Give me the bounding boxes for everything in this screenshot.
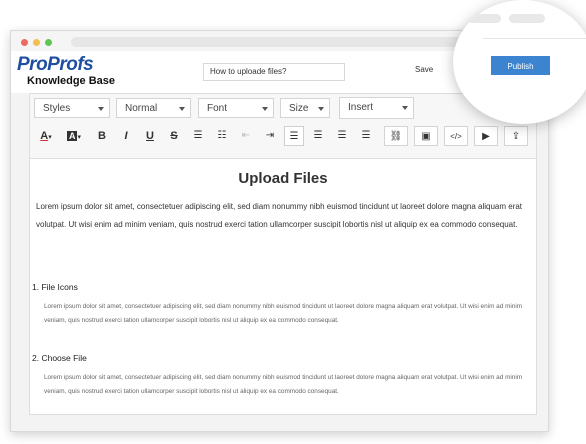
maximize-dot[interactable] bbox=[45, 39, 52, 46]
editor-toolbar: Styles Normal Font Size Insert A▾ A ▾ B I… bbox=[30, 94, 536, 159]
align-left-icon[interactable]: ☰ bbox=[284, 126, 304, 146]
magnified-placeholder bbox=[509, 14, 545, 23]
upload-icon[interactable]: ⇪ bbox=[504, 126, 528, 146]
logo-subtitle: Knowledge Base bbox=[27, 75, 116, 87]
format-label: Normal bbox=[125, 103, 158, 114]
insert-label: Insert bbox=[348, 102, 374, 113]
bold-icon[interactable]: B bbox=[92, 126, 112, 146]
magnified-divider bbox=[483, 38, 586, 39]
document-title: Upload Files bbox=[238, 170, 328, 187]
font-dropdown[interactable]: Font bbox=[198, 98, 274, 118]
video-icon[interactable]: ▶ bbox=[474, 126, 498, 146]
align-justify-icon[interactable]: ☰ bbox=[356, 126, 376, 146]
minimize-dot[interactable] bbox=[33, 39, 40, 46]
link-icon[interactable]: ⛓ bbox=[384, 126, 408, 146]
image-icon[interactable]: ▣ bbox=[414, 126, 438, 146]
indent-icon[interactable]: ⇥ bbox=[260, 126, 280, 146]
editor: Styles Normal Font Size Insert A▾ A ▾ B I… bbox=[29, 93, 537, 415]
magnified-placeholder bbox=[467, 14, 501, 23]
chevron-down-icon bbox=[318, 107, 324, 111]
article-title-input[interactable]: How to uploade files? bbox=[203, 63, 345, 81]
strikethrough-icon[interactable]: S bbox=[164, 126, 184, 146]
section-body: Lorem ipsum dolor sit amet, consectetuer… bbox=[44, 303, 523, 324]
outdent-icon[interactable]: ⇤ bbox=[236, 126, 256, 146]
underline-icon[interactable]: U bbox=[140, 126, 160, 146]
embed-code-icon[interactable]: </> bbox=[444, 126, 468, 146]
section-heading: 1. File Icons bbox=[32, 282, 78, 292]
logo: ProProfs bbox=[17, 54, 94, 75]
format-dropdown[interactable]: Normal bbox=[116, 98, 191, 118]
save-button[interactable]: Save bbox=[415, 65, 433, 74]
chevron-down-icon bbox=[262, 107, 268, 111]
styles-label: Styles bbox=[43, 103, 71, 114]
bulleted-list-icon[interactable]: ☷ bbox=[212, 126, 232, 146]
section-body: Lorem ipsum dolor sit amet, consectetuer… bbox=[44, 374, 523, 395]
lead-paragraph: Lorem ipsum dolor sit amet, consectetuer… bbox=[36, 202, 523, 229]
section-heading: 2. Choose File bbox=[32, 353, 87, 363]
chevron-down-icon bbox=[98, 107, 104, 111]
close-dot[interactable] bbox=[21, 39, 28, 46]
chevron-down-icon bbox=[402, 106, 408, 110]
align-center-icon[interactable]: ☰ bbox=[308, 126, 328, 146]
numbered-list-icon[interactable]: ☰ bbox=[188, 126, 208, 146]
chevron-down-icon bbox=[179, 107, 185, 111]
text-color-icon[interactable]: A▾ bbox=[34, 126, 58, 146]
publish-magnifier: Publish bbox=[453, 0, 586, 124]
font-label: Font bbox=[207, 103, 228, 114]
publish-button[interactable]: Publish bbox=[491, 56, 550, 75]
size-label: Size bbox=[289, 103, 309, 114]
background-color-icon[interactable]: A ▾ bbox=[62, 126, 86, 146]
align-right-icon[interactable]: ☰ bbox=[332, 126, 352, 146]
italic-icon[interactable]: I bbox=[116, 126, 136, 146]
styles-dropdown[interactable]: Styles bbox=[34, 98, 110, 118]
size-dropdown[interactable]: Size bbox=[280, 98, 330, 118]
insert-dropdown[interactable]: Insert bbox=[339, 97, 414, 119]
